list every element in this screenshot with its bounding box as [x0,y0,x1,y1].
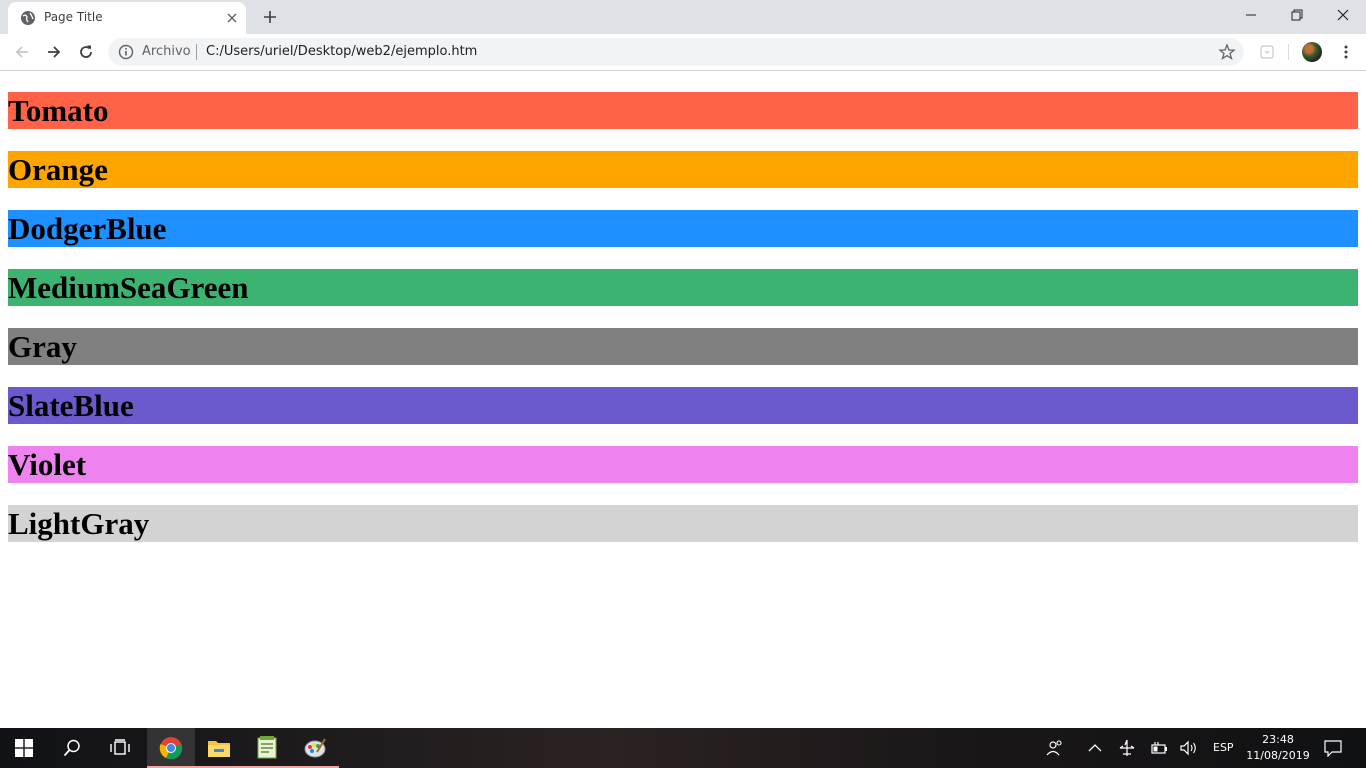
heading-slateblue: SlateBlue [8,387,1358,424]
profile-avatar[interactable] [1302,42,1322,62]
clock[interactable]: 23:48 11/08/2019 [1244,732,1312,764]
battery-button[interactable] [1149,738,1169,758]
start-button[interactable] [0,728,48,768]
address-separator [196,44,197,60]
search-button[interactable] [48,728,96,768]
chrome-icon [159,737,183,760]
clock-time: 23:48 [1262,733,1294,746]
notification-icon [1324,740,1342,757]
more-vert-icon [1344,45,1348,59]
restore-button[interactable] [1274,0,1320,30]
taskbar-file-explorer[interactable] [195,728,243,768]
reload-button[interactable] [72,38,100,66]
taskbar-chrome[interactable] [147,728,195,768]
taskbar-paint[interactable] [291,728,339,768]
info-icon[interactable] [118,44,134,60]
page-content: Tomato Orange DodgerBlue MediumSeaGreen … [8,92,1358,564]
windows-logo-icon [15,739,33,757]
heading-gray: Gray [8,328,1358,365]
airplane-mode-button[interactable] [1117,738,1137,758]
extension-button[interactable] [1253,38,1281,66]
globe-icon [21,11,35,25]
minimize-button[interactable] [1228,0,1274,30]
browser-toolbar: Archivo C:/Users/uriel/Desktop/web2/ejem… [0,34,1366,71]
input-language[interactable]: ESP [1213,741,1234,754]
back-arrow-icon [15,46,28,58]
heading-violet: Violet [8,446,1358,483]
back-button[interactable] [8,38,36,66]
people-icon [1046,740,1062,756]
new-tab-button[interactable] [258,6,282,28]
menu-button[interactable] [1332,38,1360,66]
reload-icon [80,45,92,58]
show-hidden-icons-button[interactable] [1085,738,1105,758]
address-bar[interactable]: Archivo C:/Users/uriel/Desktop/web2/ejem… [108,38,1244,66]
tab-strip: Page Title [0,0,1366,34]
forward-button[interactable] [40,38,68,66]
heading-mediumseagreen: MediumSeaGreen [8,269,1358,306]
heading-tomato: Tomato [8,92,1358,129]
tab-close-icon[interactable] [224,10,240,26]
heading-dodgerblue: DodgerBlue [8,210,1358,247]
action-center-button[interactable] [1323,738,1343,758]
clock-date: 11/08/2019 [1246,749,1310,762]
extension-icon [1260,45,1274,59]
taskbar-notepad[interactable] [243,728,291,768]
url-text[interactable]: C:/Users/uriel/Desktop/web2/ejemplo.htm [206,44,477,59]
notepad-icon [257,736,277,759]
folder-icon [208,741,230,757]
close-window-button[interactable] [1320,0,1366,30]
tab-page-title[interactable]: Page Title [8,2,246,34]
scheme-label: Archivo [142,44,191,59]
battery-charging-icon [1151,742,1167,754]
heading-orange: Orange [8,151,1358,188]
task-view-button[interactable] [96,728,144,768]
forward-arrow-icon [48,46,61,58]
chevron-up-icon [1088,744,1102,752]
volume-button[interactable] [1179,738,1199,758]
tab-title: Page Title [44,10,103,24]
task-view-icon [110,739,130,755]
airplane-icon [1119,739,1135,756]
heading-lightgray: LightGray [8,505,1358,542]
search-icon [63,739,80,757]
bookmark-star-icon[interactable] [1218,43,1236,61]
speaker-icon [1180,740,1196,756]
toolbar-separator [1288,44,1289,60]
paint-palette-icon [304,738,326,758]
people-button[interactable] [1045,738,1065,758]
windows-taskbar: ESP 23:48 11/08/2019 [0,728,1366,768]
